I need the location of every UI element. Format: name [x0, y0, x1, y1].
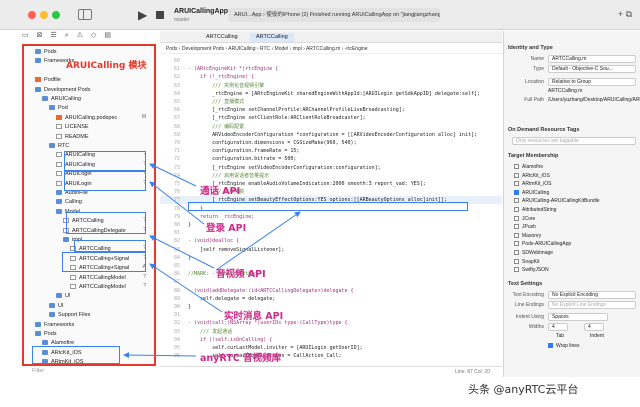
sdk-annotation: anyRTC 音视频库 — [200, 353, 282, 364]
module-annotation: ARUICalling 模块 — [66, 61, 147, 71]
rtm-api-annotation: 实时消息 API — [224, 311, 284, 322]
calling-api-annotation: 通话 API — [200, 186, 241, 197]
watermark: 头条 @anyRTC云平台 — [468, 383, 579, 396]
login-api-annotation: 登录 API — [206, 223, 247, 234]
av-api-annotation: 音视频 API — [216, 269, 266, 280]
